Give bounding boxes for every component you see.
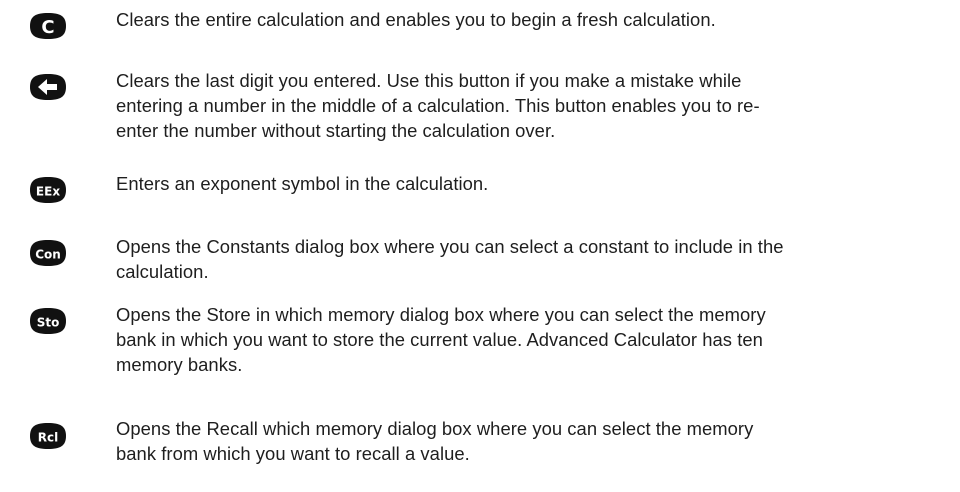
description-line: enter the number without starting the ca… xyxy=(116,120,556,141)
description-line: Enters an exponent symbol in the calcula… xyxy=(116,173,489,194)
recall-icon-label: Rcl xyxy=(38,431,58,445)
description-line: bank from which you want to recall a val… xyxy=(116,443,470,464)
description-line: Opens the Constants dialog box where you… xyxy=(116,236,784,257)
description-line: memory banks. xyxy=(116,354,243,375)
exponent-icon: EEx xyxy=(24,172,72,208)
constants-icon-label: Con xyxy=(35,248,61,262)
description-line: calculation. xyxy=(116,261,209,282)
description-line: Opens the Store in which memory dialog b… xyxy=(116,304,766,325)
entry-description: Clears the entire calculation and enable… xyxy=(116,7,896,32)
recall-icon: Rcl xyxy=(24,418,72,454)
clear-all-icon: C xyxy=(24,8,72,44)
entry-description: Enters an exponent symbol in the calcula… xyxy=(116,171,896,196)
clear-all-icon-label: C xyxy=(41,17,54,38)
description-line: Opens the Recall which memory dialog box… xyxy=(116,418,754,439)
backspace-arrow-icon xyxy=(24,69,72,105)
exponent-icon-label: EEx xyxy=(36,185,60,199)
store-icon: Sto xyxy=(24,303,72,339)
entry-description: Opens the Recall which memory dialog box… xyxy=(116,416,896,466)
constants-icon: Con xyxy=(24,235,72,271)
description-line: bank in which you want to store the curr… xyxy=(116,329,763,350)
description-line: Clears the entire calculation and enable… xyxy=(116,9,716,30)
description-line: entering a number in the middle of a cal… xyxy=(116,95,760,116)
entry-description: Opens the Store in which memory dialog b… xyxy=(116,302,896,377)
entry-description: Clears the last digit you entered. Use t… xyxy=(116,68,896,143)
entry-description: Opens the Constants dialog box where you… xyxy=(116,234,896,284)
description-line: Clears the last digit you entered. Use t… xyxy=(116,70,742,91)
store-icon-label: Sto xyxy=(37,316,60,330)
